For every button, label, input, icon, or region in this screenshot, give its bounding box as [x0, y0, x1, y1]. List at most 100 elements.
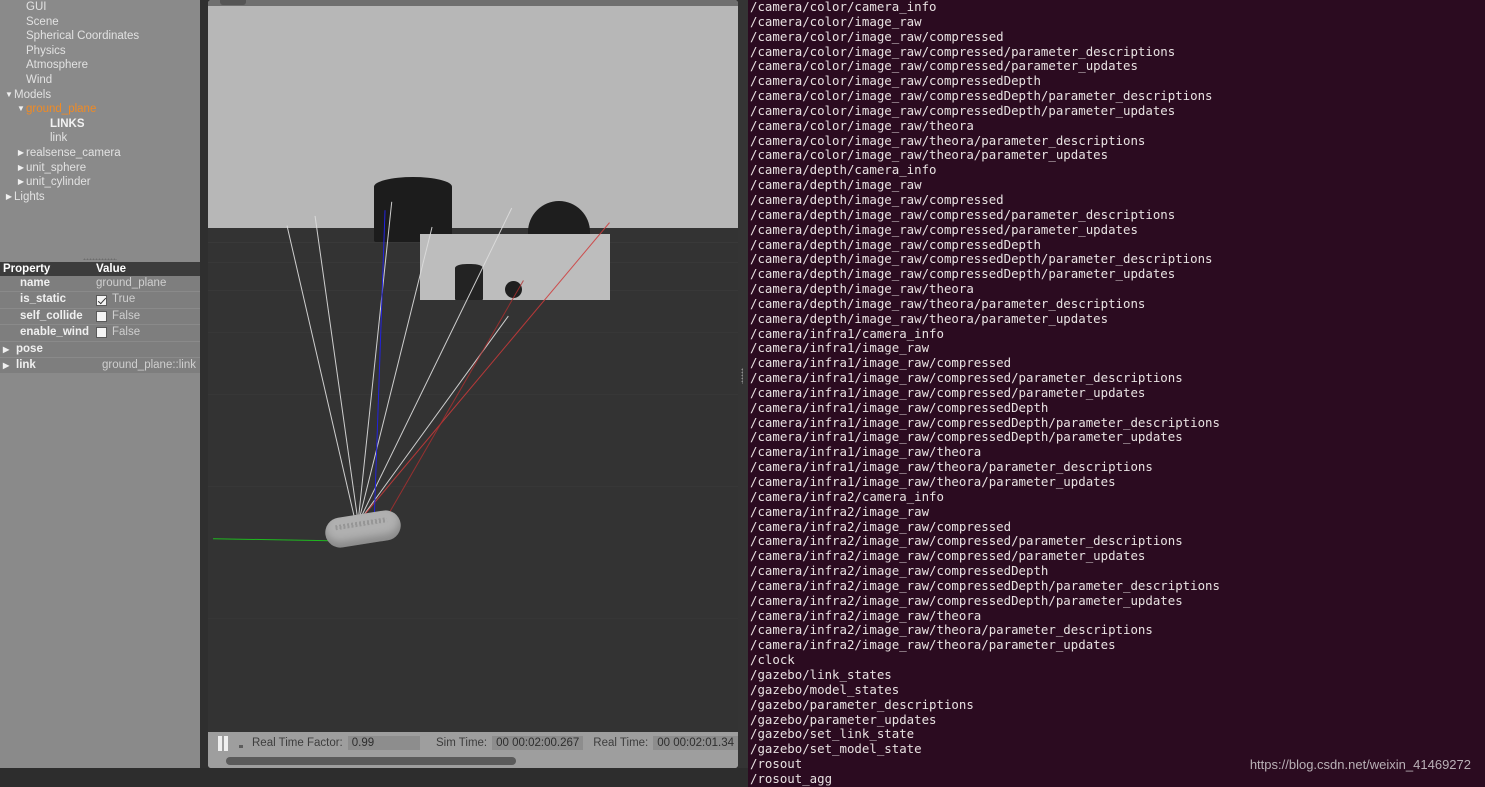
terminal-line: /camera/infra1/camera_info	[750, 325, 944, 341]
world-tree[interactable]: GUI Scene Spherical Coordinates Physics Atmo…	[0, 0, 200, 256]
terminal-line: /camera/depth/image_raw/compressed	[750, 191, 1004, 207]
property-name-cell: is_static	[0, 292, 92, 308]
terminal-line: /camera/color/image_raw/compressed/param…	[750, 43, 1176, 59]
chevron-right-icon[interactable]: ▶	[4, 190, 14, 205]
property-name-label: pose	[16, 342, 43, 355]
chevron-right-icon[interactable]: ▶	[3, 342, 16, 357]
property-name-cell: self_collide	[0, 308, 92, 325]
sky-background	[208, 6, 738, 228]
tree-item-models[interactable]: ▼Models	[0, 88, 200, 103]
tree-item-label: unit_sphere	[26, 161, 87, 174]
splitter-grip-dots	[741, 368, 743, 384]
tree-item-label: GUI	[26, 1, 47, 13]
tree-item-physics[interactable]: Physics	[0, 44, 200, 59]
tree-item-link[interactable]: link	[0, 131, 200, 146]
tree-item-unit-cylinder[interactable]: ▶ unit_cylinder	[0, 175, 200, 190]
tree-item-label: Atmosphere	[26, 59, 89, 72]
chevron-right-icon[interactable]: ▶	[16, 175, 26, 190]
terminal-lines: /camera/color/camera_info/camera/color/i…	[748, 0, 1485, 787]
terminal-line: /camera/color/image_raw/compressed	[750, 28, 1004, 44]
tree-item-label: Physics	[26, 44, 66, 57]
viewport-horizontal-scrollbar[interactable]	[208, 754, 738, 768]
property-row[interactable]: enable_wind False	[0, 325, 200, 341]
tree-item-atmosphere[interactable]: Atmosphere	[0, 58, 200, 73]
checkbox-is_static[interactable]	[96, 294, 107, 306]
tree-item-label: Lights	[14, 190, 45, 203]
desktop-background-strip	[0, 768, 748, 787]
tree-item-wind[interactable]: Wind	[0, 73, 200, 88]
property-value-cell[interactable]: ground_plane	[92, 276, 200, 292]
tree-item-spherical-coordinates[interactable]: Spherical Coordinates	[0, 29, 200, 44]
tree-item-ground-plane[interactable]: ▼ground_plane	[0, 102, 200, 117]
terminal-line: /camera/infra2/camera_info	[750, 488, 944, 504]
render-viewport[interactable]	[208, 6, 738, 732]
terminal-line: /camera/infra2/image_raw/theora	[750, 607, 982, 623]
terminal-line: /camera/infra2/image_raw/compressedDepth	[750, 563, 1049, 579]
real-time-factor-label: Real Time Factor:	[252, 737, 343, 749]
tree-item-realsense-camera[interactable]: ▶ realsense_camera	[0, 146, 200, 161]
terminal-line: /camera/depth/image_raw/theora/parameter…	[750, 295, 1146, 311]
property-value-label: False	[112, 309, 141, 322]
application-root: GUI Scene Spherical Coordinates Physics Atmo…	[0, 0, 1485, 787]
tree-item-label: Spherical Coordinates	[26, 30, 140, 43]
tree-item-gui[interactable]: GUI	[0, 0, 200, 15]
chevron-down-icon[interactable]: ▼	[16, 102, 26, 117]
property-value-cell[interactable]: ground_plane::link	[92, 357, 200, 374]
right-vertical-splitter[interactable]	[738, 0, 748, 787]
terminal-line: /gazebo/link_states	[750, 666, 892, 682]
chevron-right-icon[interactable]: ▶	[3, 358, 16, 373]
chevron-right-icon[interactable]: ▶	[16, 161, 26, 176]
chevron-down-icon[interactable]: ▼	[4, 88, 14, 103]
splitter-grip-dots	[83, 258, 117, 260]
step-icon[interactable]	[238, 736, 246, 750]
tree-item-unit-sphere[interactable]: ▶ unit_sphere	[0, 161, 200, 176]
terminal-line: /camera/depth/image_raw/compressed/param…	[750, 221, 1138, 237]
toolbar-button-stub[interactable]	[220, 0, 246, 5]
property-row[interactable]: ▶ link ground_plane::link	[0, 357, 200, 374]
tree-item-label: realsense_camera	[26, 146, 121, 159]
terminal-topic-list[interactable]: /camera/color/camera_info/camera/color/i…	[748, 0, 1485, 787]
property-name-cell: name	[0, 276, 92, 292]
scrollbar-handle[interactable]	[226, 757, 516, 765]
tree-item-label: LINKS	[50, 117, 85, 130]
tree-item-label: Models	[14, 88, 52, 101]
property-value-cell[interactable]: False	[92, 325, 200, 341]
property-value-cell[interactable]: False	[92, 308, 200, 325]
real-time-value: 00 00:02:01.34	[653, 736, 738, 750]
terminal-line: /camera/infra2/image_raw	[750, 503, 930, 519]
checkbox-enable_wind[interactable]	[96, 327, 107, 339]
terminal-line: /camera/depth/image_raw/compressedDepth/…	[750, 266, 1176, 282]
terminal-line: /camera/infra1/image_raw/theora/paramete…	[750, 459, 1153, 475]
property-row[interactable]: is_static True	[0, 292, 200, 308]
property-value-cell[interactable]: True	[92, 292, 200, 308]
tree-item-lights[interactable]: ▶ Lights	[0, 190, 200, 205]
checkbox-self_collide[interactable]	[96, 310, 107, 322]
terminal-line: /camera/infra1/image_raw/theora/paramete…	[750, 474, 1116, 489]
property-row[interactable]: ▶ pose	[0, 341, 200, 357]
terminal-line: /camera/depth/image_raw/compressed/param…	[750, 206, 1176, 222]
property-name-label: self_collide	[20, 309, 83, 322]
property-value-label: ground_plane::link	[102, 358, 196, 371]
property-row[interactable]: name ground_plane	[0, 276, 200, 292]
terminal-line: /camera/color/image_raw/theora/parameter…	[750, 132, 1146, 148]
terminal-line: /camera/infra2/image_raw/compressedDepth…	[750, 577, 1220, 593]
value-column-header: Value	[96, 263, 127, 275]
property-value-label: ground_plane	[96, 277, 167, 289]
property-editor: Property Value name ground_plane is_static…	[0, 262, 200, 768]
terminal-line: /camera/depth/image_raw/compressedDepth/…	[750, 251, 1213, 267]
property-row[interactable]: self_collide False	[0, 308, 200, 325]
pause-icon[interactable]	[217, 735, 230, 751]
watermark-text: https://blog.csdn.net/weixin_41469272	[1249, 757, 1471, 772]
terminal-line: /camera/infra1/image_raw/compressedDepth	[750, 399, 1049, 415]
terminal-line: /camera/infra1/image_raw	[750, 340, 930, 356]
left-vertical-splitter[interactable]	[200, 0, 208, 787]
tree-item-scene[interactable]: Scene	[0, 15, 200, 30]
terminal-line: /camera/depth/image_raw/theora	[750, 281, 974, 297]
terminal-line: /gazebo/parameter_descriptions	[750, 696, 974, 712]
property-name-label: name	[20, 277, 51, 289]
chevron-right-icon[interactable]: ▶	[16, 146, 26, 161]
tree-item-links[interactable]: LINKS	[0, 117, 200, 132]
property-value-cell[interactable]	[92, 341, 200, 357]
tree-item-label: link	[50, 132, 68, 145]
terminal-line: /camera/infra1/image_raw/compressedDepth…	[750, 429, 1183, 445]
